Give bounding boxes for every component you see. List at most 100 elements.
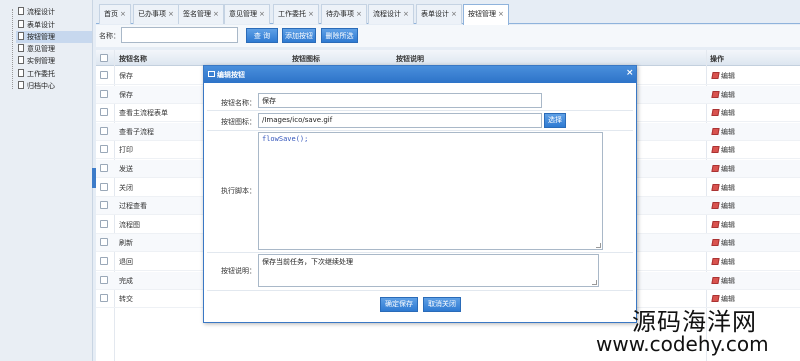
name-filter-input[interactable] (121, 27, 238, 43)
close-icon[interactable]: × (356, 10, 362, 18)
close-icon[interactable]: × (451, 10, 457, 18)
column-header-icon: 按钮图标 (292, 55, 320, 63)
close-icon[interactable]: × (403, 10, 409, 18)
description-label: 按钮说明： (221, 267, 256, 275)
button-name-input[interactable]: 保存 (258, 93, 542, 108)
row-button-name: 退回 (119, 258, 133, 266)
resize-grip-icon[interactable] (592, 280, 597, 285)
edit-link[interactable]: 编辑 (711, 108, 735, 118)
row-checkbox[interactable] (100, 108, 108, 117)
edit-pencil-icon (711, 146, 720, 154)
tab-label: 流程设计 (373, 10, 401, 18)
row-checkbox[interactable] (100, 238, 108, 247)
row-checkbox[interactable] (100, 294, 108, 303)
cancel-close-button[interactable]: 取消关闭 (423, 297, 461, 312)
sidebar-item-label: 按钮管理 (27, 33, 55, 41)
sidebar-item-opinion-manage[interactable]: 意见管理 (18, 43, 55, 55)
edit-link[interactable]: 编辑 (711, 127, 735, 137)
tab-form-design[interactable]: 表单设计 × (416, 4, 462, 24)
edit-label: 编辑 (721, 276, 735, 285)
edit-link[interactable]: 编辑 (711, 257, 735, 267)
tab-flow-design[interactable]: 流程设计 × (368, 4, 414, 24)
edit-link[interactable]: 编辑 (711, 145, 735, 155)
edit-link[interactable]: 编辑 (711, 183, 735, 193)
row-checkbox[interactable] (100, 145, 108, 154)
tab-label: 待办事项 (326, 10, 354, 18)
window-icon (208, 71, 215, 77)
row-checkbox[interactable] (100, 257, 108, 265)
description-textarea[interactable]: 保存当前任务，下次继续处理 (258, 254, 599, 287)
edit-pencil-icon (711, 90, 720, 98)
edit-link[interactable]: 编辑 (711, 164, 735, 174)
sidebar-item-label: 流程设计 (27, 8, 55, 16)
row-button-name: 查看主流程表单 (119, 109, 168, 118)
edit-link[interactable]: 编辑 (711, 220, 735, 230)
edit-link[interactable]: 编辑 (711, 276, 735, 286)
tab-button-manage[interactable]: 按钮管理 × (463, 4, 509, 25)
form-row-divider (207, 252, 633, 253)
button-name-label: 按钮名称： (221, 99, 256, 107)
row-checkbox[interactable] (100, 201, 108, 210)
edit-pencil-icon (711, 220, 720, 228)
add-button-button[interactable]: 添加按钮 (282, 28, 316, 43)
button-icon-input[interactable]: /Images/ico/save.gif (258, 113, 542, 128)
sidebar-item-button-manage[interactable]: 按钮管理 (16, 31, 92, 43)
sidebar-item-label: 实例管理 (27, 57, 55, 65)
close-icon[interactable]: × (259, 10, 265, 18)
sidebar-item-archive-center[interactable]: 归档中心 (18, 80, 55, 92)
sidebar-item-label: 归档中心 (27, 82, 55, 90)
tab-done-items[interactable]: 已办事项 × (133, 4, 179, 24)
grid-header: 按钮名称 按钮图标 按钮说明 操作 (96, 50, 800, 66)
sidebar-item-form-design[interactable]: 表单设计 (18, 19, 55, 31)
query-button[interactable]: 查 询 (246, 28, 278, 43)
close-icon[interactable]: × (308, 10, 314, 18)
tab-label: 工作委托 (278, 10, 306, 18)
row-checkbox[interactable] (100, 126, 108, 135)
row-checkbox[interactable] (100, 89, 108, 98)
document-icon (18, 69, 24, 77)
tab-opinion-manage[interactable]: 意见管理 × (224, 4, 270, 24)
document-icon (18, 56, 24, 64)
sidebar-item-work-delegate[interactable]: 工作委托 (18, 68, 55, 80)
form-row-divider (207, 290, 633, 291)
tab-signature-manage[interactable]: 签名管理 × (178, 4, 224, 24)
resize-grip-icon[interactable] (596, 243, 601, 248)
edit-label: 编辑 (721, 165, 735, 173)
sidebar-item-instance-manage[interactable]: 实例管理 (18, 55, 55, 67)
tab-work-delegate[interactable]: 工作委托 × (273, 4, 319, 24)
delete-selected-button[interactable]: 删除所选 (321, 28, 358, 43)
edit-link[interactable]: 编辑 (711, 201, 735, 211)
select-all-checkbox[interactable] (100, 54, 108, 62)
row-checkbox[interactable] (100, 219, 108, 228)
close-icon[interactable]: × (498, 10, 504, 18)
close-icon[interactable]: × (213, 10, 219, 18)
row-button-name: 发送 (119, 165, 133, 173)
edit-pencil-icon (711, 109, 720, 117)
edit-link[interactable]: 编辑 (711, 90, 735, 100)
document-icon (18, 81, 24, 89)
close-icon[interactable]: × (168, 10, 174, 18)
row-checkbox[interactable] (100, 164, 108, 172)
tab-todo-items[interactable]: 待办事项 × (321, 4, 367, 24)
script-textarea[interactable]: flowSave(); (258, 132, 603, 250)
edit-label: 编辑 (721, 258, 735, 266)
edit-link[interactable]: 编辑 (711, 71, 735, 81)
tab-home[interactable]: 首页 × (99, 4, 131, 24)
edit-link[interactable]: 编辑 (711, 238, 735, 248)
tab-label: 首页 (104, 10, 118, 18)
dialog-title-bar[interactable]: 编辑按钮 × (204, 66, 636, 83)
edit-label: 编辑 (721, 109, 735, 118)
row-checkbox[interactable] (100, 182, 108, 191)
row-checkbox[interactable] (100, 275, 108, 284)
close-icon[interactable]: × (120, 10, 126, 18)
close-icon[interactable]: × (626, 68, 634, 78)
edit-button-dialog: 编辑按钮 × 按钮名称： 保存 按钮图标： /Images/ico/save.g… (203, 65, 637, 323)
sidebar-item-flow-design[interactable]: 流程设计 (18, 6, 55, 18)
row-button-name: 转交 (119, 295, 133, 304)
sidebar: 流程设计 表单设计 按钮管理 意见管理 实例管理 工作委托 归档中心 (0, 0, 93, 361)
edit-pencil-icon (711, 183, 720, 191)
confirm-save-button[interactable]: 确定保存 (380, 297, 418, 312)
select-icon-button[interactable]: 选择 (544, 113, 566, 128)
edit-pencil-icon (711, 276, 720, 284)
row-checkbox[interactable] (100, 71, 108, 79)
